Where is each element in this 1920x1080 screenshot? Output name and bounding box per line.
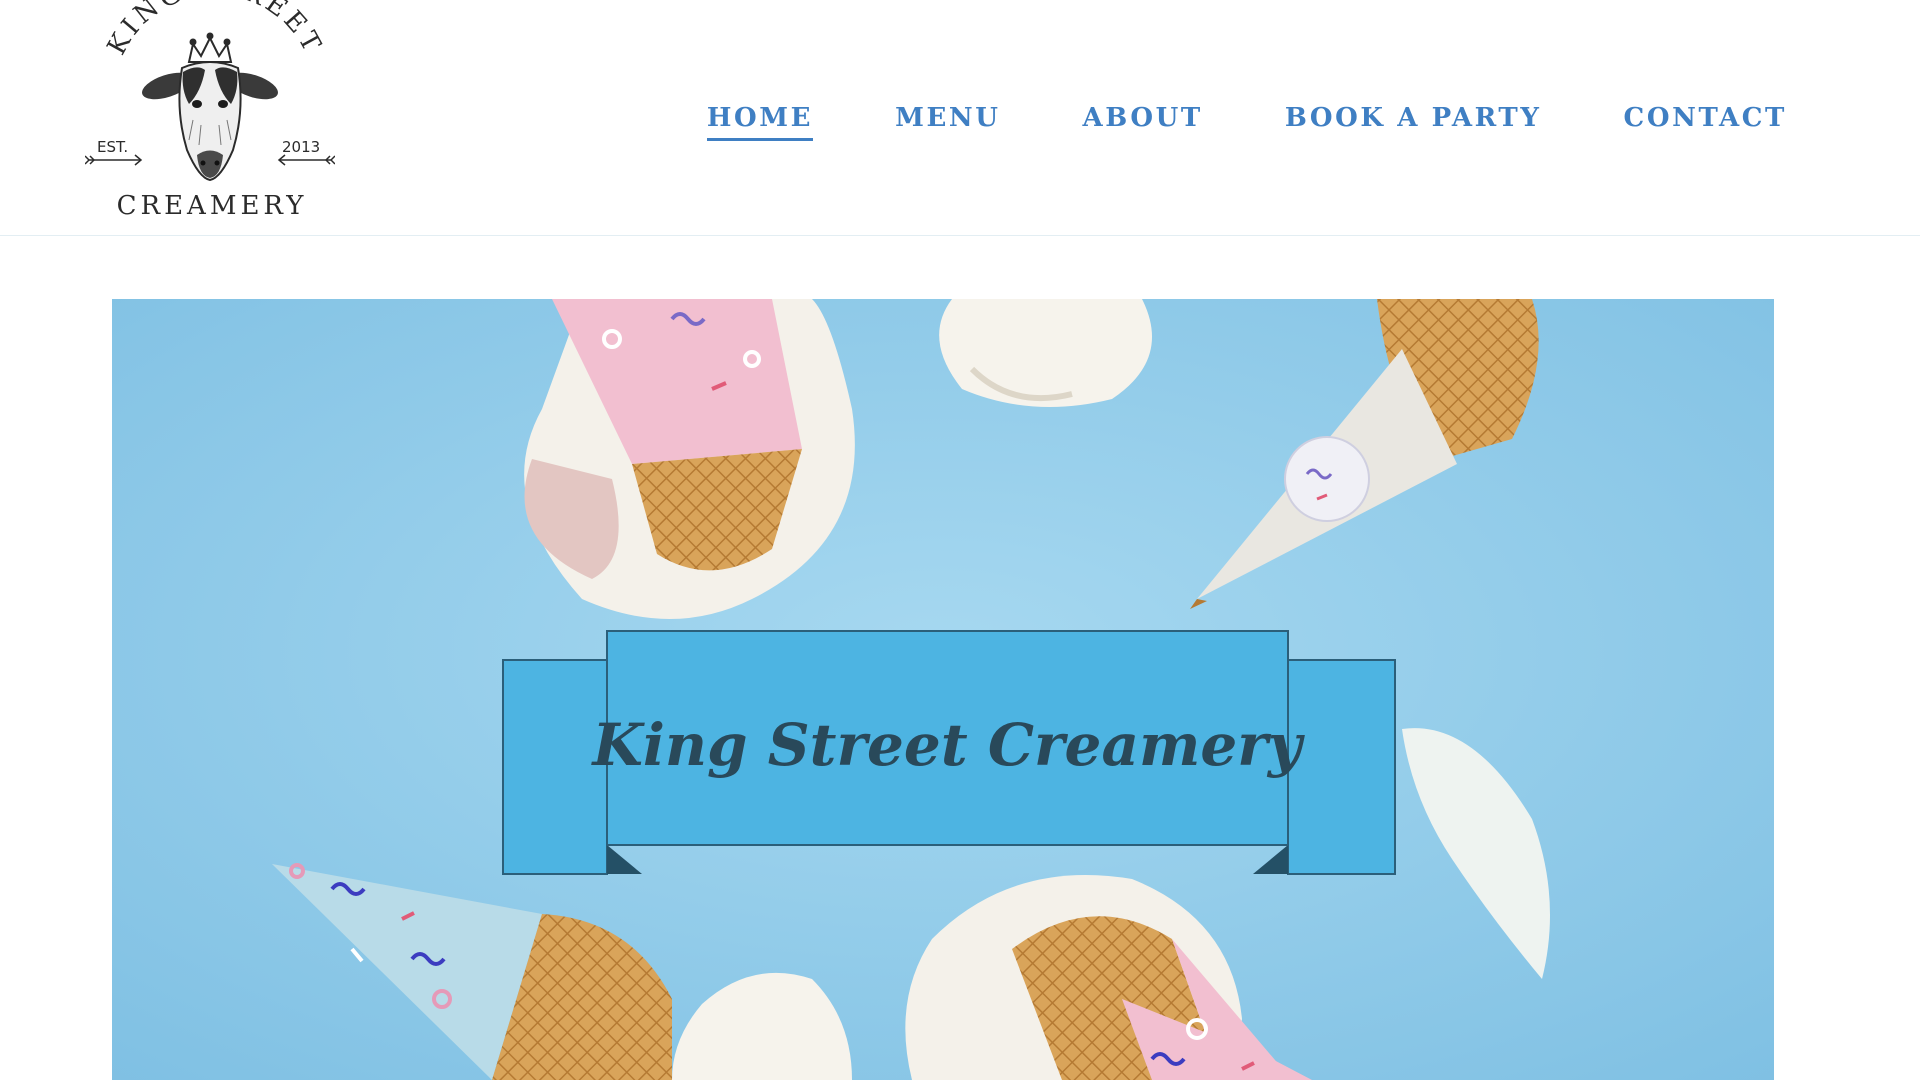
est-year: 2013 bbox=[282, 138, 320, 156]
hero-image: King Street Creamery bbox=[112, 299, 1774, 1080]
arrow-left-icon bbox=[85, 154, 143, 166]
logo-top-text: KING STREET bbox=[102, 0, 328, 60]
hero-illustration: King Street Creamery bbox=[112, 299, 1774, 1080]
est-label: EST. bbox=[97, 138, 128, 156]
cow-head-icon bbox=[142, 61, 278, 182]
nav-home[interactable]: HOME bbox=[706, 103, 814, 141]
nav-contact[interactable]: CONTACT bbox=[1624, 103, 1787, 141]
site-header: KING STREET bbox=[0, 0, 1920, 236]
logo-graphic: KING STREET bbox=[85, 0, 335, 221]
main-navigation: HOME MENU ABOUT BOOK A PARTY CONTACT bbox=[706, 100, 1787, 144]
arrow-right-icon bbox=[277, 154, 335, 166]
nav-menu[interactable]: MENU bbox=[895, 103, 1000, 141]
nav-about[interactable]: ABOUT bbox=[1083, 103, 1203, 141]
nav-book-a-party[interactable]: BOOK A PARTY bbox=[1285, 103, 1542, 141]
hero-banner: King Street Creamery bbox=[502, 630, 1396, 875]
logo-bottom-text: CREAMERY bbox=[117, 191, 308, 221]
king-street-creamery-logo[interactable]: KING STREET bbox=[85, 0, 335, 225]
melted-scoop-top bbox=[939, 299, 1152, 407]
hero-banner-text: King Street Creamery bbox=[590, 711, 1305, 779]
crown-icon bbox=[187, 32, 233, 63]
